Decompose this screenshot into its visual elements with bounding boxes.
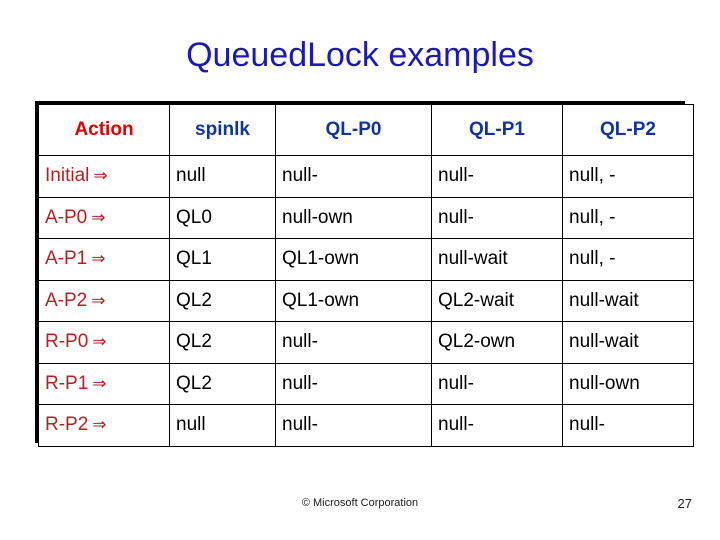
table-row: R-P0 ⇒ QL2 null- QL2-own null-wait bbox=[38, 321, 694, 364]
double-arrow-icon: ⇒ bbox=[92, 373, 107, 394]
cell-ql-p2: null-wait bbox=[562, 279, 694, 322]
cell-spinlk: QL1 bbox=[169, 238, 276, 281]
table-row: A-P0 ⇒ QL0 null-own null-null, - bbox=[38, 196, 694, 239]
cell-ql-p2: null- bbox=[562, 404, 694, 447]
footer-copyright: © Microsoft Corporation bbox=[301, 497, 419, 509]
double-arrow-icon: ⇒ bbox=[91, 207, 106, 228]
cell-ql-p2: null-own bbox=[562, 362, 694, 405]
cell-action: A-P2 ⇒ bbox=[38, 279, 170, 322]
cell-spinlk: null bbox=[169, 155, 276, 198]
table-header-row: Action spinlk QL-P0 QL-P1 QL-P2 bbox=[38, 104, 694, 156]
column-header-ql-p0: QL-P0 bbox=[275, 104, 432, 156]
table-body: Initial ⇒ null null-null-null, - A-P0 ⇒ QL0 nul… bbox=[38, 155, 694, 447]
cell-spinlk: null bbox=[169, 404, 276, 447]
cell-spinlk: QL2 bbox=[169, 279, 276, 322]
table-row: Initial ⇒ null null-null-null, - bbox=[38, 155, 694, 198]
cell-ql-p0: QL1-own bbox=[275, 238, 432, 281]
cell-ql-p1: QL2-own bbox=[431, 321, 563, 364]
cell-action: R-P1 ⇒ bbox=[38, 362, 170, 405]
double-arrow-icon: ⇒ bbox=[92, 415, 107, 436]
cell-ql-p0: QL1-own bbox=[275, 279, 432, 322]
cell-action: Initial ⇒ bbox=[38, 155, 170, 198]
table-row: R-P2 ⇒ null null-null-null- bbox=[38, 404, 694, 447]
cell-spinlk: QL2 bbox=[169, 362, 276, 405]
action-label: R-P0 bbox=[45, 331, 89, 353]
cell-ql-p2: null, - bbox=[562, 196, 694, 239]
cell-ql-p2: null, - bbox=[562, 155, 694, 198]
cell-ql-p0: null- bbox=[275, 321, 432, 364]
column-header-action: Action bbox=[38, 104, 170, 156]
action-label: A-P0 bbox=[45, 206, 88, 228]
table: Action spinlk QL-P0 QL-P1 QL-P2 Initial ⇒… bbox=[38, 104, 694, 447]
double-arrow-icon: ⇒ bbox=[92, 332, 107, 353]
cell-ql-p1: QL2-wait bbox=[431, 279, 563, 322]
slide-canvas: QueuedLock examples Action spinlk QL-P0 … bbox=[0, 0, 720, 540]
table-row: A-P1 ⇒ QL1 QL1-own null-wait null, - bbox=[38, 238, 694, 281]
table-row: R-P1 ⇒ QL2 null-null-null-own bbox=[38, 362, 694, 405]
footer-page-number: 27 bbox=[677, 496, 692, 511]
action-label: A-P1 bbox=[45, 248, 88, 270]
action-label: Initial bbox=[45, 165, 90, 187]
action-label: R-P2 bbox=[45, 414, 89, 436]
cell-ql-p0: null-own bbox=[275, 196, 432, 239]
cell-ql-p0: null- bbox=[275, 362, 432, 405]
action-label: R-P1 bbox=[45, 372, 89, 394]
cell-ql-p2: null, - bbox=[562, 238, 694, 281]
column-header-spinlk: spinlk bbox=[169, 104, 276, 156]
cell-ql-p2: null-wait bbox=[562, 321, 694, 364]
cell-ql-p1: null- bbox=[431, 155, 563, 198]
state-transition-table: Action spinlk QL-P0 QL-P1 QL-P2 Initial ⇒… bbox=[35, 101, 694, 447]
column-header-ql-p2: QL-P2 bbox=[562, 104, 694, 156]
table-header: Action spinlk QL-P0 QL-P1 QL-P2 bbox=[38, 104, 694, 156]
cell-ql-p1: null- bbox=[431, 196, 563, 239]
cell-action: A-P0 ⇒ bbox=[38, 196, 170, 239]
cell-action: A-P1 ⇒ bbox=[38, 238, 170, 281]
cell-ql-p1: null- bbox=[431, 362, 563, 405]
cell-action: R-P2 ⇒ bbox=[38, 404, 170, 447]
double-arrow-icon: ⇒ bbox=[91, 290, 106, 311]
cell-ql-p1: null-wait bbox=[431, 238, 563, 281]
cell-ql-p0: null- bbox=[275, 404, 432, 447]
cell-ql-p0: null- bbox=[275, 155, 432, 198]
cell-ql-p1: null- bbox=[431, 404, 563, 447]
double-arrow-icon: ⇒ bbox=[93, 166, 108, 187]
cell-action: R-P0 ⇒ bbox=[38, 321, 170, 364]
cell-spinlk: QL2 bbox=[169, 321, 276, 364]
double-arrow-icon: ⇒ bbox=[91, 249, 106, 270]
action-label: A-P2 bbox=[45, 289, 88, 311]
page-title: QueuedLock examples bbox=[186, 36, 534, 74]
column-header-ql-p1: QL-P1 bbox=[431, 104, 563, 156]
table-row: A-P2 ⇒ QL2 QL1-own QL2-wait null-wait bbox=[38, 279, 694, 322]
cell-spinlk: QL0 bbox=[169, 196, 276, 239]
